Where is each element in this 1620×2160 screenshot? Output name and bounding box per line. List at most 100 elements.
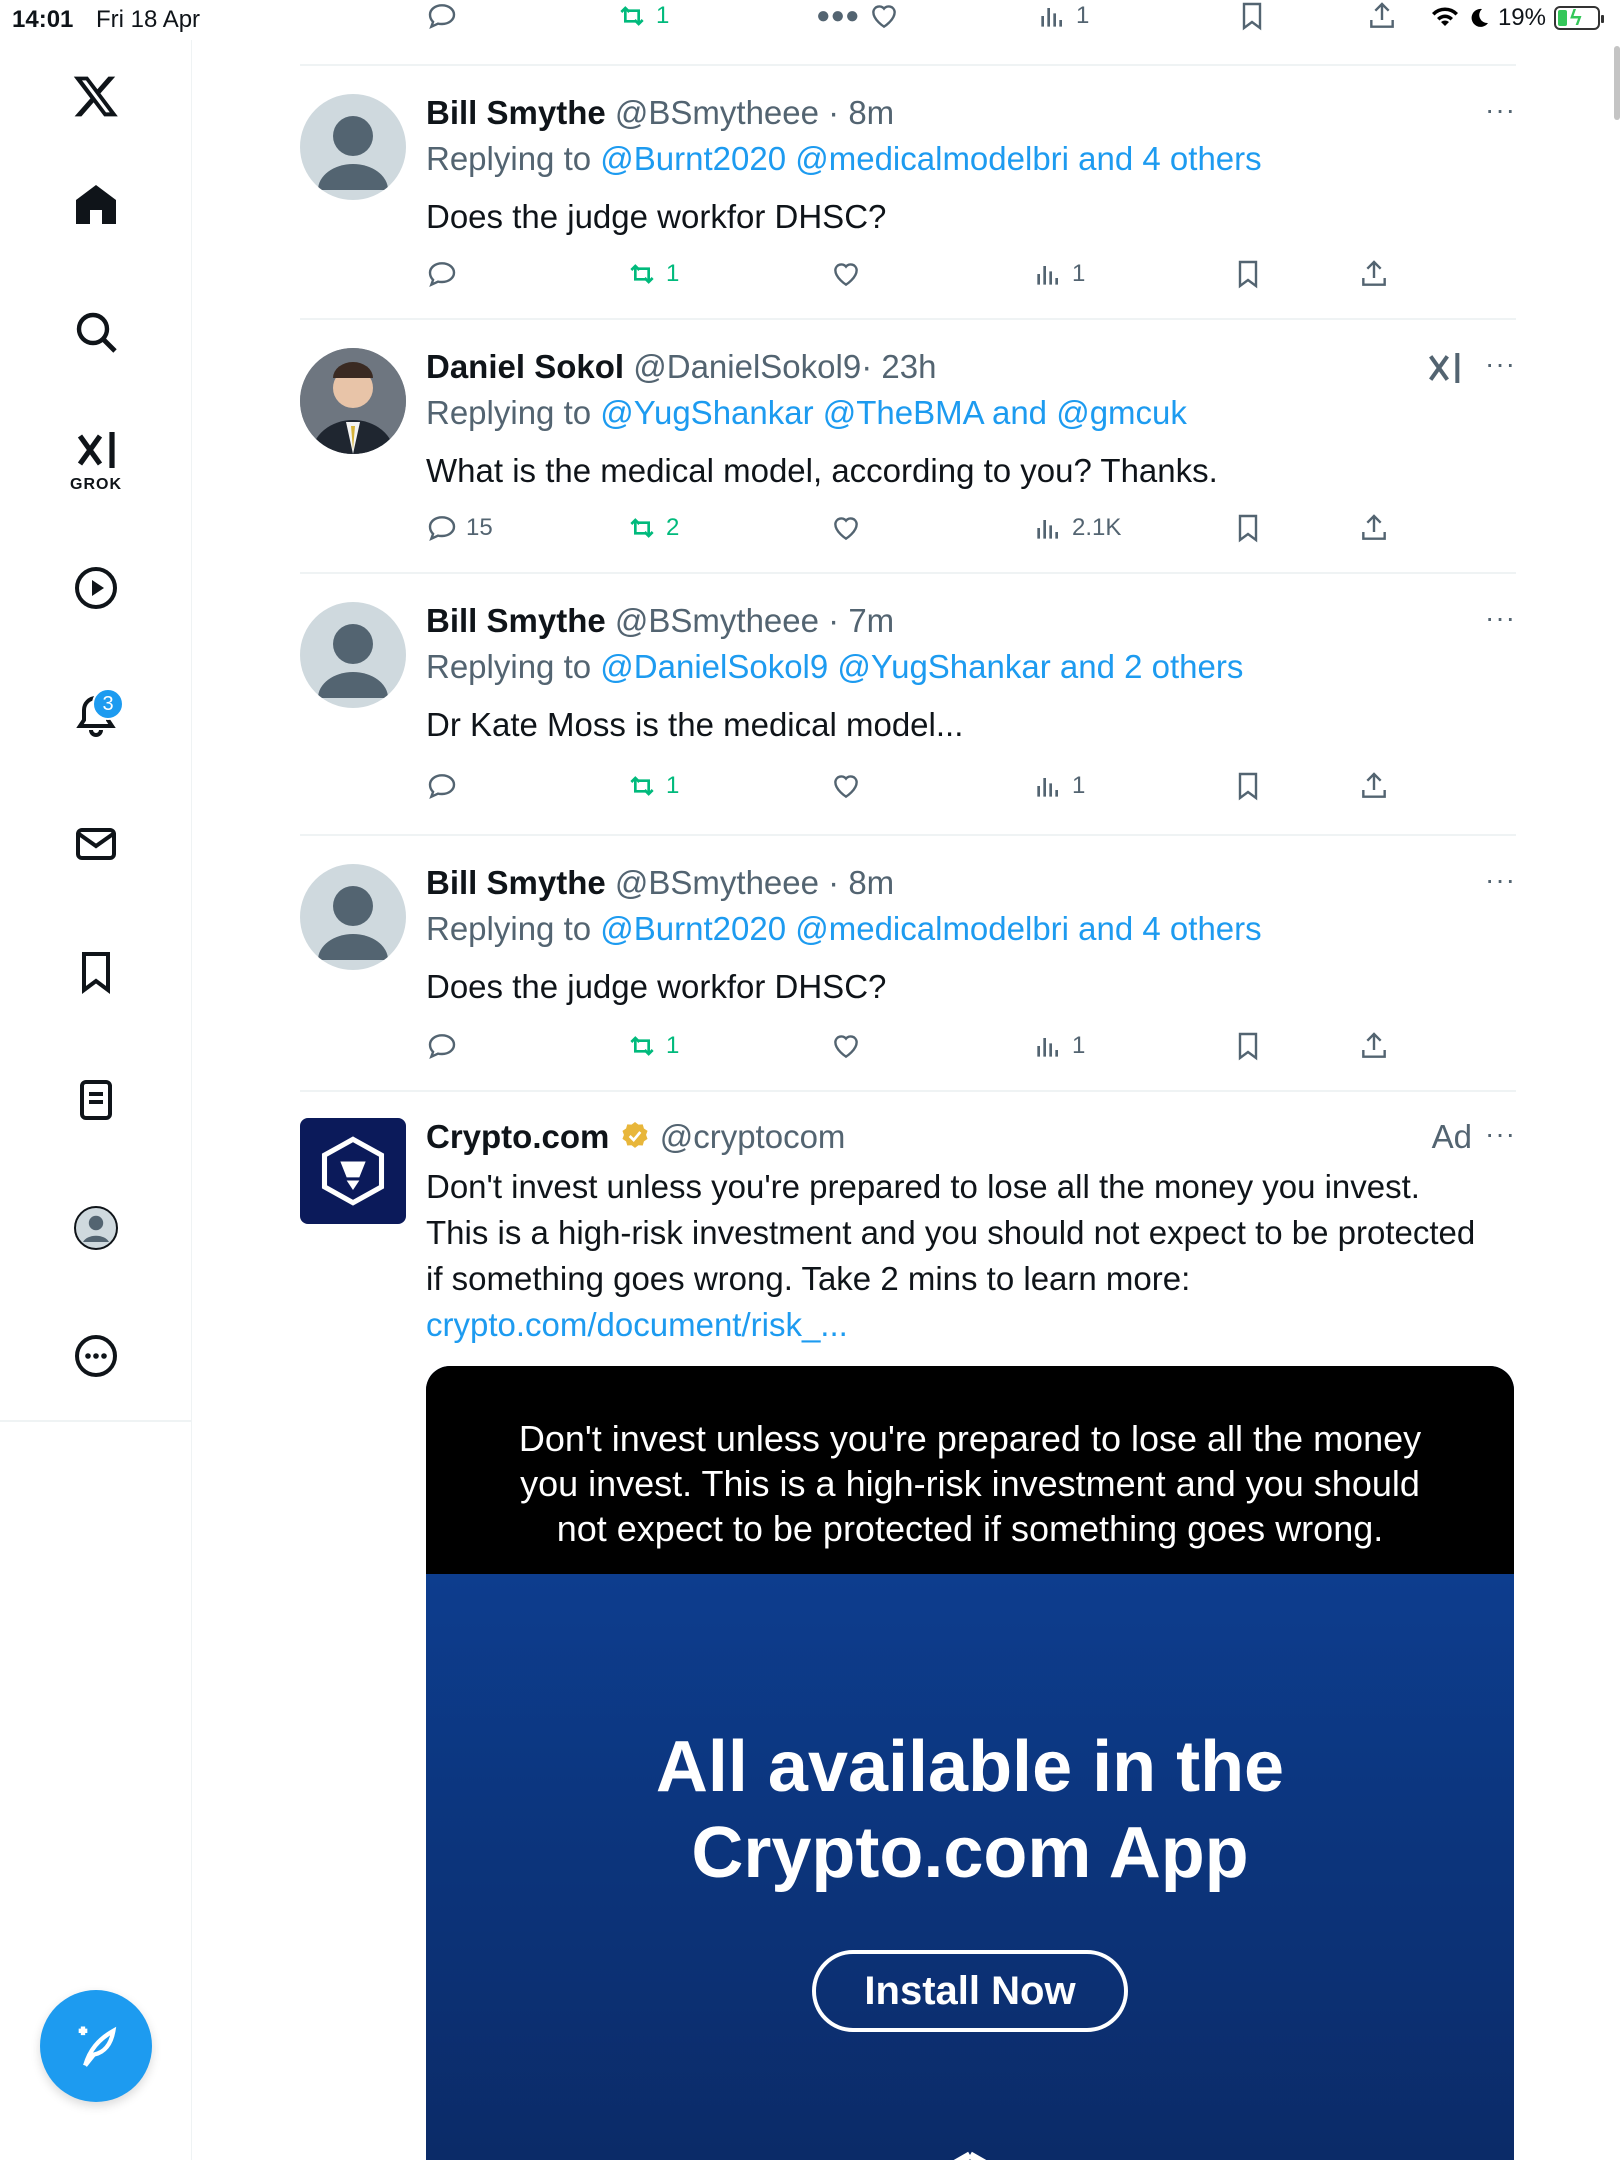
retweet-button[interactable]: 1 <box>626 1030 679 1062</box>
retweet-button[interactable]: 2 <box>626 512 679 544</box>
replying-to-prefix: Replying to <box>426 140 592 177</box>
nav-search[interactable] <box>50 286 142 378</box>
timestamp[interactable]: · 8m <box>828 864 894 901</box>
views-button[interactable]: 1 <box>1032 258 1085 290</box>
reply-mentions-link[interactable]: @Burnt2020 @medicalmodelbri and 4 others <box>600 910 1261 947</box>
like-button[interactable] <box>830 1030 862 1062</box>
ad-link[interactable]: crypto.com/document/risk_... <box>426 1306 848 1343</box>
bookmark-button[interactable] <box>1232 770 1264 802</box>
ad-media-card[interactable]: Don't invest unless you're prepared to l… <box>426 1366 1514 2160</box>
nav-lists[interactable] <box>50 1054 142 1146</box>
grok-explain-icon[interactable] <box>1424 348 1464 388</box>
reply-button[interactable] <box>426 0 458 32</box>
handle[interactable]: @BSmytheee <box>615 864 819 901</box>
retweet-button[interactable]: 1 <box>626 258 679 290</box>
bookmark-button[interactable] <box>1232 1030 1264 1062</box>
reply-mentions-link[interactable]: @DanielSokol9 @YugShankar and 2 others <box>600 648 1243 685</box>
more-options-button[interactable]: ··· <box>1485 94 1516 126</box>
nav-profile[interactable] <box>50 1182 142 1274</box>
avatar[interactable] <box>300 348 406 454</box>
share-button[interactable] <box>1366 0 1398 32</box>
reply-button[interactable]: 15 <box>426 512 493 544</box>
bookmark-button[interactable] <box>1232 512 1264 544</box>
nav-grok[interactable]: GROK <box>50 414 142 506</box>
timestamp[interactable]: · 8m <box>828 94 894 131</box>
install-now-button[interactable]: Install Now <box>812 1950 1128 2032</box>
handle[interactable]: @cryptocom <box>660 1118 846 1155</box>
more-options-button[interactable]: ··· <box>1485 348 1516 380</box>
avatar[interactable] <box>300 864 406 970</box>
nav-messages[interactable] <box>50 798 142 890</box>
nav-notifications[interactable]: 3 <box>50 670 142 762</box>
views-button[interactable]: 1 <box>1036 0 1089 32</box>
tweet-text: What is the medical model, according to … <box>426 452 1218 489</box>
retweet-button[interactable]: 1 <box>626 770 679 802</box>
timestamp[interactable]: · 23h <box>861 348 936 385</box>
display-name[interactable]: Crypto.com <box>426 1118 609 1155</box>
nav-home[interactable] <box>50 158 142 250</box>
compose-feather-icon <box>78 2026 117 2067</box>
share-button[interactable] <box>1358 770 1390 802</box>
compose-post-button[interactable] <box>40 1990 152 2102</box>
avatar[interactable] <box>300 602 406 708</box>
divider <box>300 64 1516 66</box>
like-button[interactable] <box>830 512 862 544</box>
reply-icon <box>428 4 456 29</box>
retweet-icon <box>630 264 654 284</box>
reply-button[interactable] <box>426 258 458 290</box>
bookmark-button[interactable] <box>1236 0 1268 32</box>
reply-mentions-link[interactable]: @Burnt2020 @medicalmodelbri and 4 others <box>600 140 1261 177</box>
more-options-button[interactable]: ··· <box>1485 1118 1516 1150</box>
ad-text: Don't invest unless you're prepared to l… <box>426 1164 1486 1348</box>
more-options-button[interactable]: ··· <box>1485 864 1516 896</box>
bookmark-icon <box>1238 772 1258 801</box>
timestamp[interactable]: · 7m <box>828 602 894 639</box>
like-button[interactable] <box>830 770 862 802</box>
retweet-icon <box>630 1036 654 1056</box>
heart-icon <box>834 775 858 799</box>
avatar[interactable] <box>300 94 406 200</box>
handle[interactable]: @BSmytheee <box>615 602 819 639</box>
share-button[interactable] <box>1358 512 1390 544</box>
scrollbar[interactable] <box>1614 46 1620 120</box>
retweet-button[interactable]: 1 <box>616 0 669 32</box>
crypto-logo-avatar[interactable] <box>300 1118 406 1224</box>
nav-more[interactable] <box>50 1310 142 1402</box>
reply-button[interactable] <box>426 1030 458 1062</box>
status-date: Fri 18 Apr <box>96 6 201 33</box>
views-button[interactable]: 1 <box>1032 770 1085 802</box>
reply-button[interactable] <box>426 770 458 802</box>
views-button[interactable]: 2.1K <box>1032 512 1121 544</box>
replying-to-prefix: Replying to <box>426 394 592 431</box>
nav-bookmarks[interactable] <box>50 926 142 1018</box>
handle[interactable]: @DanielSokol9 <box>633 348 861 385</box>
share-button[interactable] <box>1358 258 1390 290</box>
ad-card-disclaimer: Don't invest unless you're prepared to l… <box>426 1366 1514 1574</box>
handle[interactable]: @BSmytheee <box>615 94 819 131</box>
views-count: 1 <box>1076 2 1090 29</box>
nav-videos[interactable] <box>50 542 142 634</box>
display-name[interactable]: Bill Smythe <box>426 864 606 901</box>
heart-icon <box>834 517 858 541</box>
status-time: 14:01 <box>12 6 74 33</box>
sidebar-divider <box>0 1420 192 1422</box>
x-logo-icon <box>73 76 118 117</box>
more-options-button[interactable]: ··· <box>1485 602 1516 634</box>
profile-avatar-icon <box>74 1206 118 1250</box>
display-name[interactable]: Bill Smythe <box>426 602 606 639</box>
bookmark-icon <box>1238 514 1258 543</box>
more-dots-icon: ●●● <box>816 2 860 29</box>
display-name[interactable]: Bill Smythe <box>426 94 606 131</box>
bookmark-button[interactable] <box>1232 258 1264 290</box>
like-button[interactable] <box>830 258 862 290</box>
user-photo-avatar <box>300 348 406 454</box>
x-logo-button[interactable] <box>50 50 142 142</box>
share-button[interactable] <box>1358 1030 1390 1062</box>
divider <box>300 1090 1516 1092</box>
display-name[interactable]: Daniel Sokol <box>426 348 624 385</box>
reply-mentions-link[interactable]: @YugShankar @TheBMA and @gmcuk <box>600 394 1187 431</box>
views-button[interactable]: 1 <box>1032 1030 1085 1062</box>
list-document-icon <box>80 1080 112 1120</box>
like-button[interactable]: ●●● <box>816 0 900 32</box>
views-count: 1 <box>1072 772 1086 799</box>
